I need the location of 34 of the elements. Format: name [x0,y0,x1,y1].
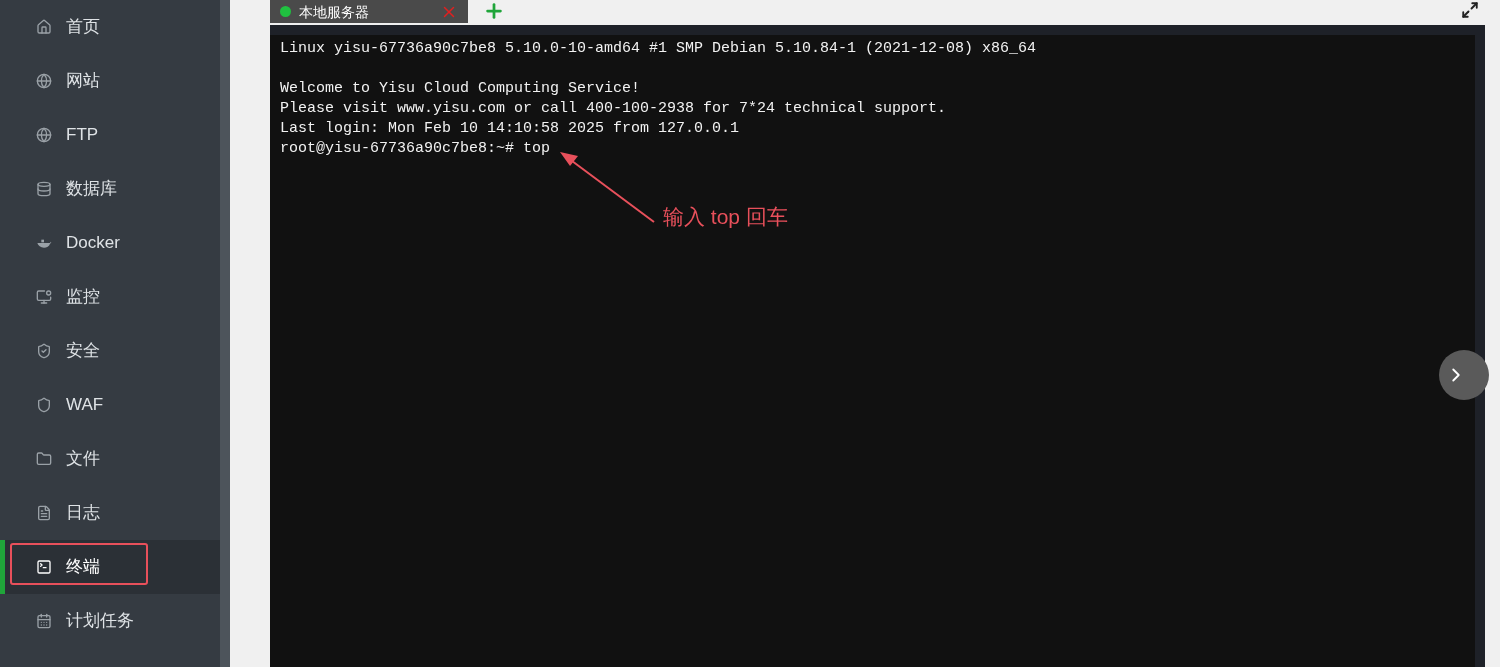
sidebar-item[interactable]: 终端 [0,540,220,594]
sidebar-item[interactable]: 安全 [0,324,220,378]
next-button[interactable] [1439,350,1489,400]
sidebar-item[interactable]: 监控 [0,270,220,324]
folder-icon [36,451,52,467]
sidebar-item[interactable]: 网站 [0,54,220,108]
sidebar-item[interactable]: Docker [0,216,220,270]
globe-icon [36,127,52,143]
calendar-icon [36,613,52,629]
add-tab-icon[interactable] [483,0,505,22]
terminal-line: Please visit www.yisu.com or call 400-100-2938 for 7*24 technical support. [280,99,947,119]
sidebar-item[interactable]: 首页 [0,0,220,54]
sidebar-item[interactable]: 文件 [0,432,220,486]
terminal-line: Welcome to Yisu Cloud Computing Service! [280,79,641,99]
terminal-line: root@yisu-67736a90c7be8:~# top [280,139,551,159]
terminal-line: Linux yisu-67736a90c7be8 5.10.0-10-amd64 #1 SMP Debian 5.10.84-1 (2021-12-08) x86_64 [280,39,1037,59]
document-icon [36,505,52,521]
shield-icon [36,397,52,413]
home-icon [36,19,52,35]
sidebar-item[interactable]: 日志 [0,486,220,540]
sidebar-item[interactable]: 数据库 [0,162,220,216]
terminal-tab[interactable]: 本地服务器 [270,0,468,23]
scrollbar[interactable] [220,0,230,667]
sidebar-item[interactable]: WAF [0,378,220,432]
sidebar-item[interactable]: 计划任务 [0,594,220,648]
globe-icon [36,73,52,89]
terminal-icon [36,559,52,575]
fullscreen-icon[interactable] [1461,1,1479,19]
annotation-text: 输入 top 回车 [663,207,788,227]
chart-icon [36,289,52,305]
database-icon [36,181,52,197]
sidebar-item[interactable]: FTP [0,108,220,162]
terminal-line: Last login: Mon Feb 10 14:10:58 2025 from 127.0.0.1 [280,119,740,139]
shield-check-icon [36,343,52,359]
